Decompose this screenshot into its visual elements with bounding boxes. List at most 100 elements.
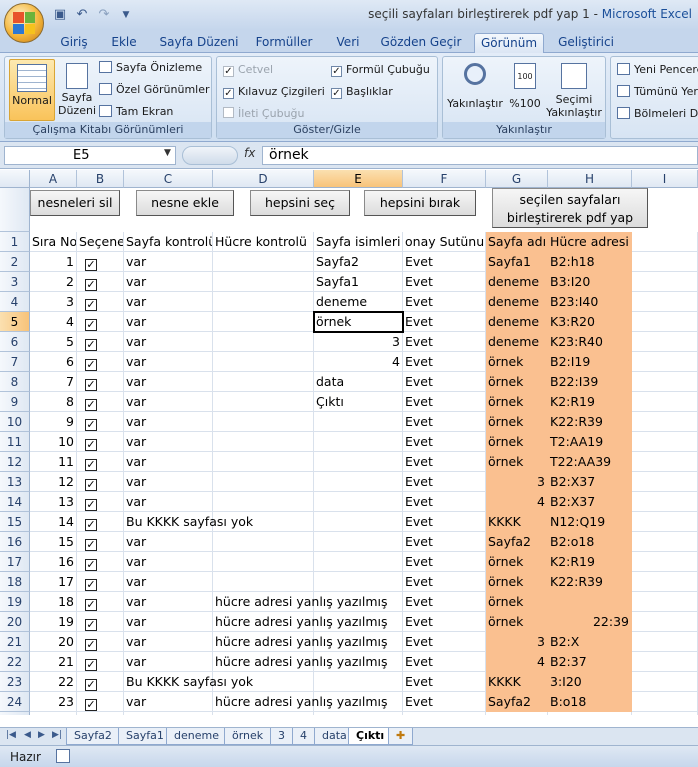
- cell-e19[interactable]: [314, 592, 403, 612]
- sheet-tab[interactable]: Çıktı: [348, 728, 393, 745]
- insert-sheet-icon[interactable]: ✚: [388, 728, 414, 745]
- sheet-tab[interactable]: deneme: [166, 728, 227, 745]
- cell-h13[interactable]: B2:X37: [548, 472, 632, 492]
- cell-c4[interactable]: var: [124, 292, 213, 312]
- cell-c25[interactable]: [124, 712, 213, 715]
- cell-c14[interactable]: var: [124, 492, 213, 512]
- macro-record-icon[interactable]: [56, 749, 70, 763]
- cell-b4[interactable]: ✓: [77, 292, 124, 312]
- cell-c18[interactable]: var: [124, 572, 213, 592]
- cell-e20[interactable]: [314, 612, 403, 632]
- sheet-tab[interactable]: 4: [292, 728, 315, 745]
- redo-icon[interactable]: ↷: [96, 7, 112, 23]
- cell-b19[interactable]: ✓: [77, 592, 124, 612]
- row-header-16[interactable]: 16: [0, 532, 30, 552]
- cell-b25[interactable]: [77, 712, 124, 715]
- row-header-21[interactable]: 21: [0, 632, 30, 652]
- cell-f6[interactable]: Evet: [403, 332, 486, 352]
- cell-f12[interactable]: Evet: [403, 452, 486, 472]
- cell-a23[interactable]: 22: [30, 672, 77, 692]
- tab-developer[interactable]: Geliştirici: [554, 33, 618, 53]
- next-sheet-icon[interactable]: ▶: [38, 730, 45, 740]
- cell-a14[interactable]: 13: [30, 492, 77, 512]
- cell-a12[interactable]: 11: [30, 452, 77, 472]
- cell-i20[interactable]: [632, 612, 698, 632]
- tab-review[interactable]: Gözden Geçir: [380, 33, 462, 53]
- column-header-c[interactable]: C: [124, 170, 213, 188]
- cell-d23[interactable]: [213, 672, 314, 692]
- cell-i3[interactable]: [632, 272, 698, 292]
- row-header-15[interactable]: 15: [0, 512, 30, 532]
- cell-c11[interactable]: var: [124, 432, 213, 452]
- cell-e7[interactable]: 4: [314, 352, 403, 372]
- cell-c8[interactable]: var: [124, 372, 213, 392]
- cell-g6[interactable]: deneme: [486, 332, 548, 352]
- cell-c7[interactable]: var: [124, 352, 213, 372]
- cell-c16[interactable]: var: [124, 532, 213, 552]
- cell-e1[interactable]: Sayfa isimleri: [314, 232, 403, 252]
- cell-b7[interactable]: ✓: [77, 352, 124, 372]
- checkbox-icon[interactable]: ✓: [85, 279, 97, 291]
- row-header-20[interactable]: 20: [0, 612, 30, 632]
- cell-h25[interactable]: [548, 712, 632, 715]
- cell-c12[interactable]: var: [124, 452, 213, 472]
- checkbox-icon[interactable]: ✓: [85, 559, 97, 571]
- sheet-tab[interactable]: örnek: [224, 728, 272, 745]
- cell-f2[interactable]: Evet: [403, 252, 486, 272]
- merge-pdf-button[interactable]: seçilen sayfaları birleştirerek pdf yap: [492, 188, 648, 228]
- cell-f3[interactable]: Evet: [403, 272, 486, 292]
- checkbox-icon[interactable]: ✓: [85, 519, 97, 531]
- row-header-4[interactable]: 4: [0, 292, 30, 312]
- row-header-11[interactable]: 11: [0, 432, 30, 452]
- cell-c15[interactable]: Bu KKKK sayfası yok: [124, 512, 253, 532]
- cell-h4[interactable]: B23:I40: [548, 292, 632, 312]
- cell-d25[interactable]: [213, 712, 314, 715]
- cell-i19[interactable]: [632, 592, 698, 612]
- checkbox-icon[interactable]: ✓: [85, 459, 97, 471]
- cell-h22[interactable]: B2:37: [548, 652, 632, 672]
- cell-b15[interactable]: ✓: [77, 512, 124, 532]
- checkbox-icon[interactable]: ✓: [85, 579, 97, 591]
- cell-d10[interactable]: [213, 412, 314, 432]
- cell-h10[interactable]: K22:R39: [548, 412, 632, 432]
- cell-a17[interactable]: 16: [30, 552, 77, 572]
- cell-f11[interactable]: Evet: [403, 432, 486, 452]
- cell-e11[interactable]: [314, 432, 403, 452]
- row-header-2[interactable]: 2: [0, 252, 30, 272]
- checkbox-icon[interactable]: ✓: [85, 399, 97, 411]
- cell-i21[interactable]: [632, 632, 698, 652]
- prev-sheet-icon[interactable]: ◀: [24, 730, 31, 740]
- sheet-tab[interactable]: Sayfa2: [66, 728, 120, 745]
- cell-h11[interactable]: T2:AA19: [548, 432, 632, 452]
- cell-h16[interactable]: B2:o18: [548, 532, 632, 552]
- cell-e8[interactable]: data: [314, 372, 403, 392]
- cell-a18[interactable]: 17: [30, 572, 77, 592]
- row-header-5[interactable]: 5: [0, 312, 30, 332]
- cell-g9[interactable]: örnek: [486, 392, 548, 412]
- checkbox-icon[interactable]: ✓: [85, 699, 97, 711]
- cell-i1[interactable]: [632, 232, 698, 252]
- cell-h15[interactable]: N12:Q19: [548, 512, 632, 532]
- cell-d6[interactable]: [213, 332, 314, 352]
- cell-g10[interactable]: örnek: [486, 412, 548, 432]
- cell-i15[interactable]: [632, 512, 698, 532]
- new-window-button[interactable]: Yeni Pencere: [617, 63, 698, 76]
- page-layout-button[interactable]: Sayfa Düzeni: [57, 59, 97, 121]
- cell-g23[interactable]: KKKK: [486, 672, 548, 692]
- cell-i9[interactable]: [632, 392, 698, 412]
- cell-e15[interactable]: [314, 512, 403, 532]
- cell-d16[interactable]: [213, 532, 314, 552]
- column-header-i[interactable]: I: [632, 170, 698, 188]
- checkbox-icon[interactable]: ✓: [85, 659, 97, 671]
- cell-f25[interactable]: [403, 712, 486, 715]
- cell-h3[interactable]: B3:I20: [548, 272, 632, 292]
- normal-view-button[interactable]: Normal: [9, 59, 55, 121]
- row-header-17[interactable]: 17: [0, 552, 30, 572]
- cell-d15[interactable]: [213, 512, 314, 532]
- checkbox-icon[interactable]: ✓: [85, 419, 97, 431]
- cell-i8[interactable]: [632, 372, 698, 392]
- formula-input[interactable]: örnek: [262, 146, 698, 165]
- cell-g8[interactable]: örnek: [486, 372, 548, 392]
- full-screen-button[interactable]: Tam Ekran: [99, 105, 173, 118]
- cell-b2[interactable]: ✓: [77, 252, 124, 272]
